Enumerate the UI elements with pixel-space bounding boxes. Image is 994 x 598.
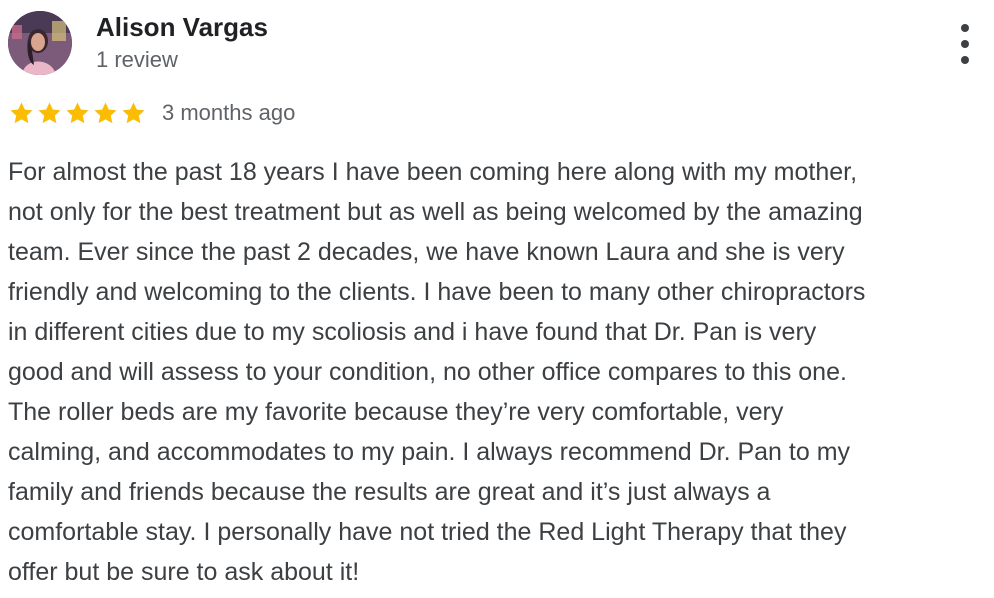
review-date: 3 months ago <box>162 100 296 125</box>
reviewer-review-count: 1 review <box>96 47 178 72</box>
review-text-line: friendly and welcoming to the clients. I… <box>8 278 866 306</box>
review-text-line: comfortable stay. I personally have not … <box>8 518 847 546</box>
more-vert-icon[interactable] <box>950 24 980 64</box>
review-text-line: For almost the past 18 years I have been… <box>8 158 858 186</box>
rating-row: 3 months ago <box>8 98 295 128</box>
star-icon <box>92 100 119 127</box>
avatar[interactable] <box>8 11 72 75</box>
review-text-line: The roller beds are my favorite because … <box>8 398 784 426</box>
review-text: For almost the past 18 years I have been… <box>8 152 990 592</box>
star-icon <box>8 100 35 127</box>
reviewer-name[interactable]: Alison Vargas <box>96 12 268 43</box>
avatar-photo <box>8 11 72 75</box>
star-icon <box>120 100 147 127</box>
review-text-line: not only for the best treatment but as w… <box>8 198 863 226</box>
star-rating <box>8 100 148 127</box>
more-dot <box>961 56 969 64</box>
review-text-line: offer but be sure to ask about it! <box>8 558 360 586</box>
more-dot <box>961 40 969 48</box>
review-text-line: good and will assess to your condition, … <box>8 358 847 386</box>
star-icon <box>64 100 91 127</box>
review-text-line: calming, and accommodates to my pain. I … <box>8 438 851 466</box>
star-icon <box>36 100 63 127</box>
review-text-line: in different cities due to my scoliosis … <box>8 318 817 346</box>
more-dot <box>961 24 969 32</box>
review-text-line: team. Ever since the past 2 decades, we … <box>8 238 845 266</box>
review-text-line: family and friends because the results a… <box>8 478 771 506</box>
